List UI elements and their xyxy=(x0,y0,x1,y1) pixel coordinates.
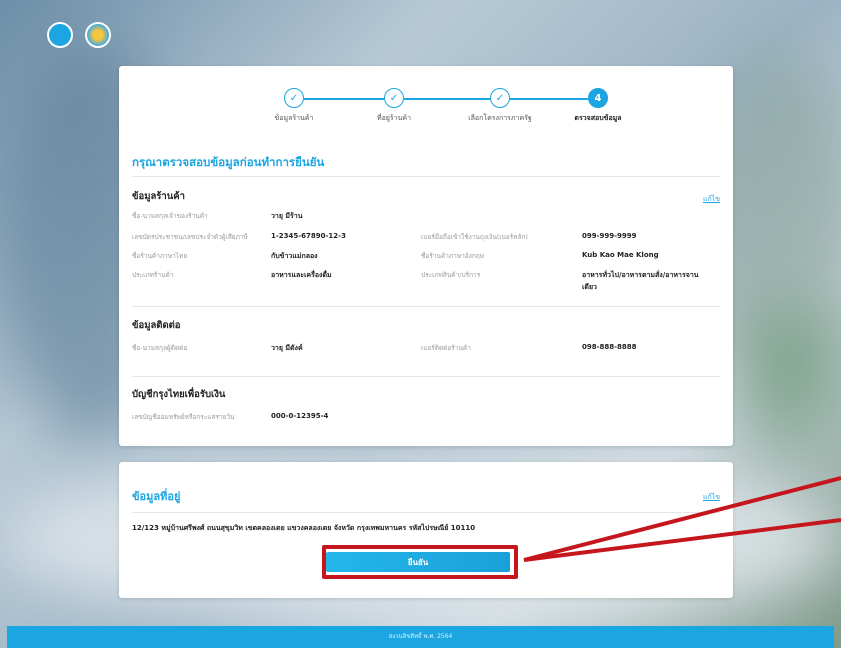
bank-section-title: บัญชีกรุงไทยเพื่อรับเงิน xyxy=(132,389,226,400)
shop-type-label: ประเภทร้านค้า xyxy=(132,271,174,279)
contact-phone-label: เบอร์ติดต่อร้านค้า xyxy=(421,344,471,352)
main-phone-value: 099-999-9999 xyxy=(582,232,637,240)
review-card: ✓ ข้อมูลร้านค้า ✓ ที่อยู่ร้านค้า ✓ เลือก… xyxy=(119,66,733,446)
step-select-program: ✓ เลือกโครงการภาครัฐ xyxy=(450,88,550,124)
shop-name-th-value: กับข้าวแม่กลอง xyxy=(271,252,318,260)
step-number: 4 xyxy=(588,88,608,108)
contact-name-value: วายุ มีตังค์ xyxy=(271,344,303,352)
edit-shop-link[interactable]: แก้ไข xyxy=(703,194,720,205)
bank-account-value: 000-0-12395-4 xyxy=(271,412,329,420)
step-shop-address: ✓ ที่อยู่ร้านค้า xyxy=(344,88,444,124)
main-phone-label: เบอร์มือถือเข้าใช้งานถุงเงิน(เบอร์หลัก) xyxy=(421,233,528,241)
program-logo xyxy=(85,22,111,48)
progress-stepper: ✓ ข้อมูลร้านค้า ✓ ที่อยู่ร้านค้า ✓ เลือก… xyxy=(244,88,622,128)
step-shop-info: ✓ ข้อมูลร้านค้า xyxy=(244,88,344,124)
tax-id-label: เลขบัตรประชาชน/เลขประจำตัวผู้เสียภาษี xyxy=(132,233,248,241)
tax-id-value: 1-2345-67890-12-3 xyxy=(271,232,346,240)
step-review: 4 ตรวจสอบข้อมูล xyxy=(548,88,648,124)
shop-name-th-label: ชื่อร้านค้าภาษาไทย xyxy=(132,252,188,260)
address-value: 12/123 หมู่บ้านศรีพงศ์ ถนนสุขุมวิท เขตคล… xyxy=(132,524,476,532)
category-value: อาหารทั่วไป/อาหารตามสั่ง/อาหารจาน xyxy=(582,271,699,279)
shop-type-value: อาหารและเครื่องดื่ม xyxy=(271,271,332,279)
check-icon: ✓ xyxy=(384,88,404,108)
highlight-box xyxy=(322,545,518,579)
shop-name-en-label: ชื่อร้านค้าภาษาอังกฤษ xyxy=(421,252,485,260)
check-icon: ✓ xyxy=(284,88,304,108)
bank-account-label: เลขบัญชีออมทรัพย์หรือกระแสรายวัน xyxy=(132,413,235,421)
contact-name-label: ชื่อ-นามสกุลผู้ติดต่อ xyxy=(132,344,188,352)
category-label: ประเภทสินค้า/บริการ xyxy=(421,271,481,279)
footer: สงวนลิขสิทธิ์ พ.ศ. 2564 xyxy=(7,626,834,648)
shop-name-en-value: Kub Kao Mae Klong xyxy=(582,251,659,259)
contact-section-title: ข้อมูลติดต่อ xyxy=(132,320,181,331)
owner-name-label: ชื่อ-นามสกุลเจ้าของร้านค้า xyxy=(132,212,208,220)
address-section-title: ข้อมูลที่อยู่ xyxy=(132,490,181,503)
contact-phone-value: 098-888-8888 xyxy=(582,343,637,351)
check-icon: ✓ xyxy=(490,88,510,108)
page-title: กรุณาตรวจสอบข้อมูลก่อนทำการยืนยัน xyxy=(132,155,325,169)
shop-section-title: ข้อมูลร้านค้า xyxy=(132,191,185,202)
owner-name-value: วายุ มีร้าน xyxy=(271,212,303,220)
edit-address-link[interactable]: แก้ไข xyxy=(703,492,720,503)
category-value-cont: เดียว xyxy=(582,283,597,291)
krungthai-logo xyxy=(47,22,73,48)
